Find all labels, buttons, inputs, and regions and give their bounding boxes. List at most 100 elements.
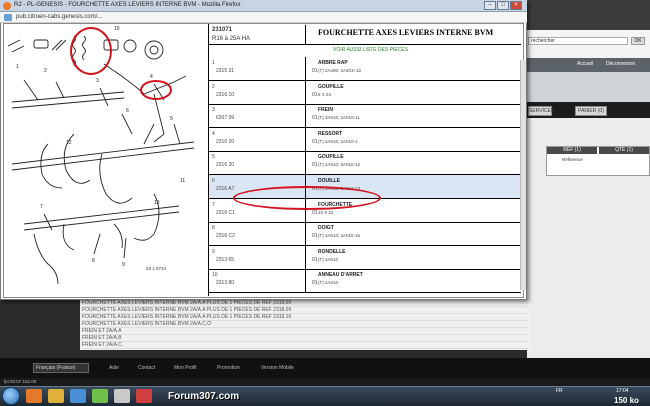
firefox-icon xyxy=(3,2,11,10)
list-item[interactable]: FOURCHETTE AXES LEVIERS INTERNE BVM 2A/A… xyxy=(82,307,528,314)
item-reference: 2316 C2 xyxy=(216,233,235,239)
item-name: DOIGT xyxy=(318,225,334,231)
table-row[interactable] xyxy=(209,222,521,246)
callout-7: 7 xyxy=(40,204,43,210)
item-reference: 2313 80 xyxy=(216,280,235,286)
item-number: 1 xyxy=(212,60,215,66)
part-pin-2 xyxy=(51,39,67,51)
item-quantity: 01 xyxy=(312,233,318,239)
annotation-circle-row xyxy=(233,186,381,210)
item-detail: (T) 2A010; 2A010-1 xyxy=(318,139,358,144)
footer-link-help[interactable]: Aide xyxy=(109,365,119,371)
search-button[interactable]: OK xyxy=(631,37,645,45)
table-row[interactable] xyxy=(209,151,521,175)
tab-services[interactable]: SERVICES xyxy=(528,106,554,116)
item-name: GOUPILLE xyxy=(318,154,344,160)
leader-lines xyxy=(23,79,181,259)
ie-taskbar-icon[interactable] xyxy=(70,389,86,403)
language-select[interactable]: Français (France) xyxy=(33,363,89,373)
footer-link-promotion[interactable]: Promotion xyxy=(217,365,240,371)
side-table-cell: Référence xyxy=(562,157,583,162)
callout-1: 1 xyxy=(16,64,19,70)
background-band xyxy=(527,72,650,102)
item-number: 8 xyxy=(212,225,215,231)
firefox-taskbar-icon[interactable] xyxy=(26,389,42,403)
item-number: 10 xyxy=(212,272,218,278)
app-taskbar-icon[interactable] xyxy=(114,389,130,403)
item-number: 4 xyxy=(212,131,215,137)
list-item[interactable]: FOURCHETTE AXES LEVIERS INTERNE BVM 2A/A… xyxy=(82,314,528,321)
popup-title: R2 - PL-GENESIS - FOURCHETTE AXES LEVIER… xyxy=(14,2,241,8)
see-also-link[interactable]: VOIR AUSSI LISTE DES PIECES xyxy=(333,47,408,53)
item-quantity: 01 xyxy=(312,68,318,74)
table-row[interactable] xyxy=(209,246,521,270)
url-text[interactable]: pub.citroen-cabs.genesis.com/... xyxy=(16,14,102,20)
table-row[interactable] xyxy=(209,81,521,105)
nav-link-logout[interactable]: Déconnexion xyxy=(606,61,635,67)
list-item[interactable]: FREIN ET 2A/A.C xyxy=(82,342,528,349)
item-reference: 2316 10 xyxy=(216,92,235,98)
footer-link-profile[interactable]: Mon Profil xyxy=(174,365,197,371)
minimize-button[interactable]: – xyxy=(484,1,496,10)
callout-9: 9 xyxy=(122,262,125,268)
fork-3 xyxy=(99,153,133,204)
table-row[interactable] xyxy=(209,269,521,293)
item-detail: (T) 2A010 xyxy=(318,257,339,262)
fork-6 xyxy=(62,223,75,251)
part-ring xyxy=(144,40,164,60)
page-icon xyxy=(4,14,12,21)
table-row[interactable] xyxy=(209,104,521,128)
item-number: 5 xyxy=(212,154,215,160)
list-item[interactable]: FOURCHETTE AXES LEVIERS INTERNE BVM 2A/A… xyxy=(82,300,528,307)
media-taskbar-icon[interactable] xyxy=(92,389,108,403)
callout-12: 12 xyxy=(66,140,72,146)
popup-scrollbar[interactable] xyxy=(520,60,526,290)
annotation-circle-lever xyxy=(140,80,172,100)
diagram-code: 23 1 0714 xyxy=(146,266,167,271)
nav-link-home[interactable]: Accueil xyxy=(577,61,593,67)
callout-10: 10 xyxy=(114,26,120,32)
footer-small-text: fpi 00:07 152.00 xyxy=(4,379,37,384)
item-name: GOUPILLE xyxy=(318,84,344,90)
item-reference: 6207 09 xyxy=(216,115,235,121)
callout-13: 13 xyxy=(154,200,160,206)
group-subtitle: R16 à 25A HA xyxy=(212,36,251,42)
header-separator xyxy=(305,25,306,45)
maximize-button[interactable]: □ xyxy=(497,1,509,10)
callout-5: 5 xyxy=(170,116,173,122)
table-row[interactable] xyxy=(209,57,521,81)
watermark: Forum307.com xyxy=(168,391,240,402)
table-row[interactable] xyxy=(209,128,521,152)
footer-link-contact[interactable]: Contact xyxy=(138,365,155,371)
callout-4: 4 xyxy=(150,74,153,80)
list-item[interactable]: FREIN ET 2A/A.A xyxy=(82,328,528,335)
item-reference: 2316 20 xyxy=(216,162,235,168)
app2-taskbar-icon[interactable] xyxy=(136,389,152,403)
item-detail: 6 X 24 xyxy=(318,92,332,97)
shaft-3 xyxy=(23,205,180,231)
page-title: FOURCHETTE AXES LEVIERS INTERNE BVM xyxy=(318,28,494,37)
item-reference: 2310 20 xyxy=(216,139,235,145)
row-separator xyxy=(305,57,306,81)
footer-link-mobile[interactable]: Version Mobile xyxy=(261,365,294,371)
list-item[interactable]: FOURCHETTE AXES LEVIERS INTERNE BVM 2A/A… xyxy=(82,321,528,328)
item-quantity: 01 xyxy=(312,210,318,216)
part-washer xyxy=(123,39,137,53)
row-separator xyxy=(305,81,306,105)
tray-language[interactable]: FR xyxy=(556,388,563,394)
item-quantity: 01 xyxy=(312,162,318,168)
item-name: DOUILLE xyxy=(318,178,340,184)
start-button[interactable] xyxy=(2,387,20,405)
lever-link xyxy=(153,93,165,143)
tab-cart[interactable]: PANIER (0) xyxy=(575,106,607,116)
list-item[interactable]: FREIN ET 2A/A.B xyxy=(82,335,528,342)
tray-clock[interactable]: 17:04 xyxy=(616,388,629,394)
shaft-1 xyxy=(11,91,125,109)
folder-taskbar-icon[interactable] xyxy=(48,389,64,403)
item-detail: (T) 2A010; 2A010-16 xyxy=(318,233,361,238)
item-name: RONDELLE xyxy=(318,249,346,255)
search-input[interactable]: rechercher xyxy=(528,37,628,45)
item-number: 3 xyxy=(212,107,215,113)
item-reference: 2316 C1 xyxy=(216,210,235,216)
close-button[interactable]: × xyxy=(510,1,522,10)
